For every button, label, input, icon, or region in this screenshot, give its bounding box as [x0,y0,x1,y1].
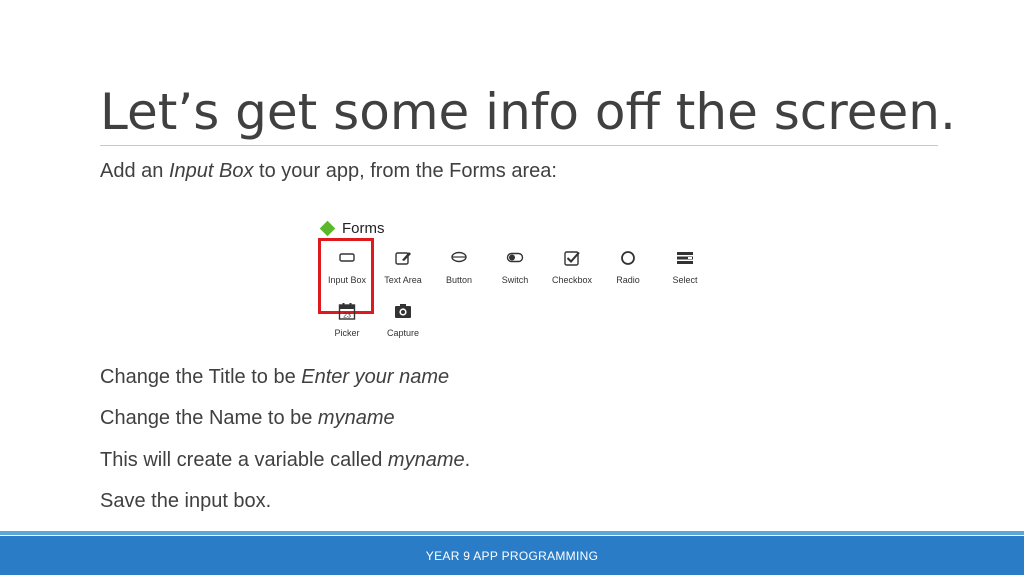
select-icon [677,252,693,264]
forms-header: Forms [319,220,385,237]
widget-radio[interactable]: Radio [600,249,656,299]
checkbox-icon [564,251,580,266]
intro-emphasis: Input Box [168,160,254,182]
widget-text-area[interactable]: Text Area [375,249,431,299]
widget-select[interactable]: Select [657,249,713,299]
step-prefix: Save the input box. [100,490,272,512]
intro-text: Add an Input Box to your app, from the F… [100,160,557,183]
widget-label: Picker [334,328,360,338]
step-emphasis: Enter your name [301,366,450,388]
title-divider [100,145,938,146]
widget-capture[interactable]: Capture [375,302,431,352]
intro-suffix: to your app, from the Forms area: [253,160,557,182]
widget-label: Radio [616,275,640,285]
footer-text: YEAR 9 APP PROGRAMMING [425,548,599,563]
step-emphasis: myname [387,449,465,471]
intro-prefix: Add an [100,160,169,182]
forms-heading: Forms [342,220,385,237]
diamond-icon [319,220,336,237]
footer-accent-line [0,531,1024,535]
widget-checkbox[interactable]: Checkbox [544,249,600,299]
step-prefix: Change the Title to be [100,366,302,388]
slide-title: Let’s get some info off the screen. [100,83,956,141]
widget-switch[interactable]: Switch [487,249,543,299]
svg-text:23: 23 [343,313,351,320]
button-icon [451,251,467,263]
widget-button[interactable]: Button [431,249,487,299]
widget-label: Select [672,275,698,285]
step-1: Change the Title to be Enter your name [100,366,449,389]
widget-label: Button [445,275,473,285]
text-area-icon [395,252,411,265]
calendar-icon: 23 [338,303,356,320]
switch-icon [506,252,524,263]
step-emphasis: myname [317,407,395,429]
step-prefix: This will create a variable called [100,449,388,471]
camera-icon [395,304,411,318]
step-3: This will create a variable called mynam… [100,449,470,472]
step-4: Save the input box. [100,490,271,513]
step-suffix: . [464,449,471,471]
forms-panel: Forms Input Box Text Area Button Switch [316,216,716,346]
widget-label: Text Area [384,275,422,285]
widget-label: Capture [386,328,420,338]
widget-picker[interactable]: 23 Picker [319,302,375,352]
footer-bar: YEAR 9 APP PROGRAMMING [0,536,1024,575]
radio-icon [621,251,635,265]
step-prefix: Change the Name to be [100,407,318,429]
widget-label: Switch [501,275,529,285]
step-2: Change the Name to be myname [100,407,395,430]
widget-label: Checkbox [551,275,593,285]
